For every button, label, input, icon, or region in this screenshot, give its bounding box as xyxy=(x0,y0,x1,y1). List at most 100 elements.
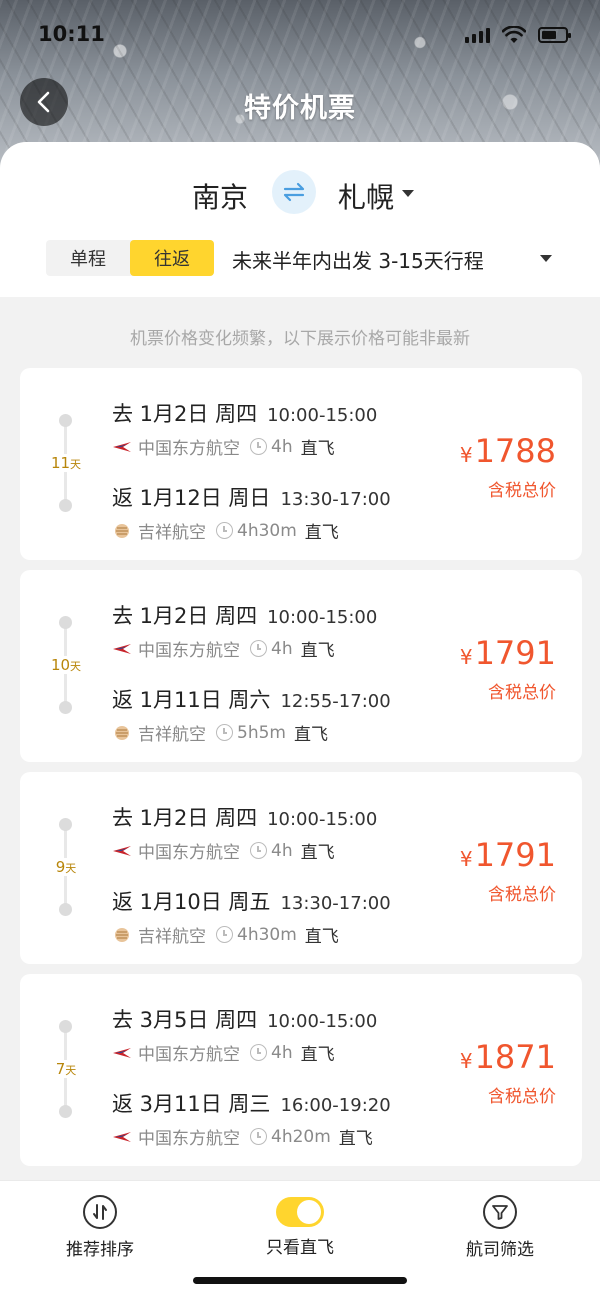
return-direct: 直飞 xyxy=(304,523,339,543)
currency-symbol: ¥ xyxy=(459,443,473,467)
price-value: 1791 xyxy=(474,836,556,874)
price-value: 1788 xyxy=(474,432,556,470)
return-direct: 直飞 xyxy=(304,927,339,947)
toggle-switch[interactable] xyxy=(276,1197,324,1227)
outbound-date: 去 3月5日 周四 xyxy=(112,1008,258,1032)
battery-icon xyxy=(538,27,571,43)
return-time: 16:00-19:20 xyxy=(280,1095,391,1116)
return-airline: 吉祥航空 xyxy=(138,725,206,745)
outbound-airline: 中国东方航空 xyxy=(138,1045,240,1065)
price-block: ¥1791 含税总价 xyxy=(460,836,556,905)
clock-icon xyxy=(250,1044,267,1061)
chevron-down-icon[interactable] xyxy=(540,255,552,262)
return-duration: 4h30m xyxy=(237,520,297,541)
trip-timeline: 11天 xyxy=(46,414,86,512)
currency-symbol: ¥ xyxy=(459,645,473,669)
china-eastern-logo-icon xyxy=(113,1131,131,1142)
sort-label: 推荐排序 xyxy=(66,1240,134,1260)
outbound-date: 去 1月2日 周四 xyxy=(112,604,258,628)
return-time: 13:30-17:00 xyxy=(280,893,391,914)
swap-button[interactable] xyxy=(272,170,316,214)
outbound-direct: 直飞 xyxy=(300,439,335,459)
juneyao-logo-icon xyxy=(115,523,129,538)
clock-icon xyxy=(216,724,233,741)
outbound-leg: 去 3月5日 周四 10:00-15:00 中国东方航空 4h 直飞 xyxy=(112,1004,452,1065)
trip-days: 7天 xyxy=(46,1060,86,1078)
return-airline: 吉祥航空 xyxy=(138,523,206,543)
outbound-date: 去 1月2日 周四 xyxy=(112,402,258,426)
clock-icon xyxy=(250,842,267,859)
clock-icon xyxy=(250,1128,267,1145)
outbound-direct: 直飞 xyxy=(300,641,335,661)
signal-icon xyxy=(465,27,490,43)
china-eastern-logo-icon xyxy=(113,845,131,856)
sort-button[interactable]: 推荐排序 xyxy=(30,1195,170,1260)
clock-icon xyxy=(250,640,267,657)
currency-symbol: ¥ xyxy=(459,1049,473,1073)
flight-card[interactable]: 9天去 1月2日 周四 10:00-15:00 中国东方航空 4h 直飞返 1月10日 … xyxy=(20,772,582,964)
price-block: ¥1871 含税总价 xyxy=(460,1038,556,1107)
price-note: 含税总价 xyxy=(488,481,556,501)
clock-icon xyxy=(250,438,267,455)
price-value: 1871 xyxy=(474,1038,556,1076)
trip-timeline: 7天 xyxy=(46,1020,86,1118)
chevron-down-icon[interactable] xyxy=(402,190,414,197)
outbound-leg: 去 1月2日 周四 10:00-15:00 中国东方航空 4h 直飞 xyxy=(112,600,452,661)
outbound-date: 去 1月2日 周四 xyxy=(112,806,258,830)
price-value: 1791 xyxy=(474,634,556,672)
price-note: 含税总价 xyxy=(488,683,556,703)
return-date: 返 1月12日 周日 xyxy=(112,486,271,510)
trip-days: 11天 xyxy=(46,454,86,472)
price-block: ¥1791 含税总价 xyxy=(460,634,556,703)
outbound-leg: 去 1月2日 周四 10:00-15:00 中国东方航空 4h 直飞 xyxy=(112,802,452,863)
outbound-airline: 中国东方航空 xyxy=(138,641,240,661)
trip-type-roundtrip[interactable]: 往返 xyxy=(130,240,214,276)
return-leg: 返 1月11日 周六 12:55-17:00 吉祥航空 5h5m 直飞 xyxy=(112,684,452,745)
clock-icon xyxy=(216,522,233,539)
status-bar: 10:11 xyxy=(0,0,600,70)
route-panel: 南京 札幌 单程 往返 未来半年内出发 3-15天行程 xyxy=(0,142,600,297)
price-notice: 机票价格变化频繁，以下展示价格可能非最新 xyxy=(130,329,470,349)
price-block: ¥1788 含税总价 xyxy=(460,432,556,501)
trip-days: 9天 xyxy=(46,858,86,876)
clock-icon xyxy=(216,926,233,943)
date-range-selector[interactable]: 未来半年内出发 3-15天行程 xyxy=(232,245,484,274)
return-leg: 返 3月11日 周三 16:00-19:20 中国东方航空 4h20m 直飞 xyxy=(112,1088,452,1149)
filter-icon xyxy=(483,1195,517,1229)
outbound-duration: 4h xyxy=(271,1042,293,1063)
outbound-direct: 直飞 xyxy=(300,1045,335,1065)
outbound-airline: 中国东方航空 xyxy=(138,843,240,863)
return-duration: 4h20m xyxy=(271,1126,331,1147)
return-airline: 中国东方航空 xyxy=(138,1129,240,1149)
outbound-duration: 4h xyxy=(271,638,293,659)
direct-only-label: 只看直飞 xyxy=(266,1238,334,1258)
return-leg: 返 1月10日 周五 13:30-17:00 吉祥航空 4h30m 直飞 xyxy=(112,886,452,947)
flight-card[interactable]: 11天去 1月2日 周四 10:00-15:00 中国东方航空 4h 直飞返 1月12日… xyxy=(20,368,582,560)
outbound-time: 10:00-15:00 xyxy=(267,809,378,830)
trip-timeline: 9天 xyxy=(46,818,86,916)
flight-card[interactable]: 7天去 3月5日 周四 10:00-15:00 中国东方航空 4h 直飞返 3月11日 … xyxy=(20,974,582,1166)
trip-days: 10天 xyxy=(46,656,86,674)
origin-city[interactable]: 南京 xyxy=(192,176,248,216)
price-note: 含税总价 xyxy=(488,1087,556,1107)
outbound-leg: 去 1月2日 周四 10:00-15:00 中国东方航空 4h 直飞 xyxy=(112,398,452,459)
return-date: 返 1月10日 周五 xyxy=(112,890,271,914)
juneyao-logo-icon xyxy=(115,725,129,740)
swap-icon xyxy=(283,182,305,202)
china-eastern-logo-icon xyxy=(113,1047,131,1058)
sort-icon xyxy=(83,1195,117,1229)
destination-city[interactable]: 札幌 xyxy=(338,176,394,216)
return-date: 返 3月11日 周三 xyxy=(112,1092,271,1116)
airline-filter-button[interactable]: 航司筛选 xyxy=(430,1195,570,1260)
flight-card[interactable]: 10天去 1月2日 周四 10:00-15:00 中国东方航空 4h 直飞返 1月11日… xyxy=(20,570,582,762)
return-time: 12:55-17:00 xyxy=(280,691,391,712)
return-direct: 直飞 xyxy=(293,725,328,745)
trip-type-oneway[interactable]: 单程 xyxy=(46,240,130,276)
outbound-airline: 中国东方航空 xyxy=(138,439,240,459)
outbound-time: 10:00-15:00 xyxy=(267,405,378,426)
return-duration: 5h5m xyxy=(237,722,286,743)
nav-bar: 特价机票 xyxy=(0,76,600,130)
outbound-duration: 4h xyxy=(271,436,293,457)
direct-only-toggle[interactable]: 只看直飞 xyxy=(230,1195,370,1258)
return-airline: 吉祥航空 xyxy=(138,927,206,947)
